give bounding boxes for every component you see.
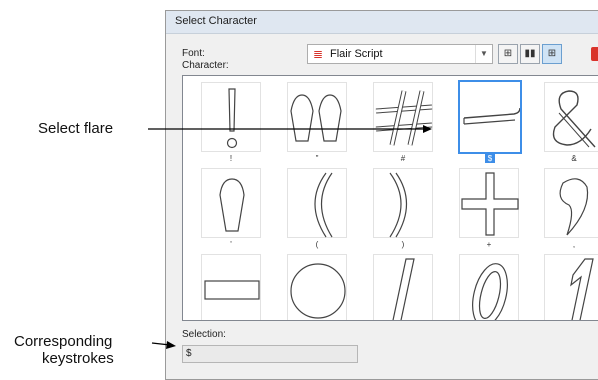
annotation-lines [148, 125, 432, 349]
keystrokes-arrowhead [166, 341, 176, 349]
select-flare-arrowhead [423, 125, 432, 133]
annotation-corresponding: Corresponding [14, 333, 113, 350]
annotation-keystrokes: keystrokes [42, 350, 114, 367]
